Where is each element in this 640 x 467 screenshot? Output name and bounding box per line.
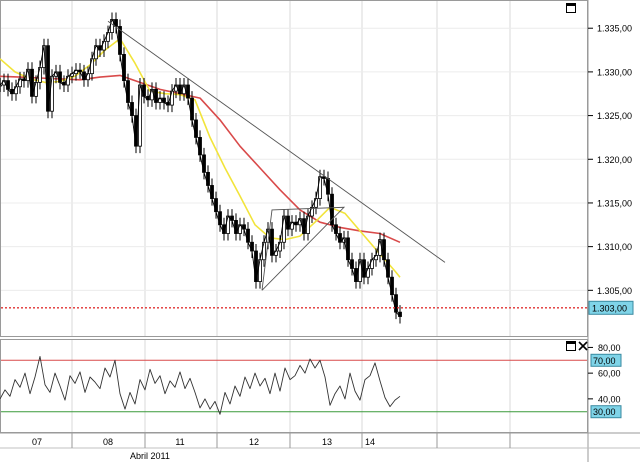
day-label: 12: [249, 437, 259, 447]
maximize-oscillator-button[interactable]: [566, 341, 576, 351]
price-candle-body: [50, 75, 54, 112]
current-price-label: 1.303,00: [592, 303, 627, 313]
oscillator-level-label: 30,00: [593, 407, 616, 417]
day-label: 08: [103, 437, 113, 447]
oscillator-tick-label: 80,00: [598, 343, 621, 353]
maximize-price-panel-button[interactable]: [566, 3, 576, 13]
price-tick-label: 1.325,00: [597, 111, 632, 121]
month-label: Abril 2011: [130, 451, 170, 461]
day-label: 13: [322, 437, 332, 447]
day-label: 11: [175, 437, 184, 447]
price-tick-label: 1.315,00: [597, 198, 632, 208]
price-tick-label: 1.305,00: [597, 286, 632, 296]
oscillator-level-label: 70,00: [593, 356, 616, 366]
chart-canvas: 1.303,00 1.305,00 1.310,00 1.315,00 1.320,0…: [0, 0, 640, 462]
day-label: 14: [365, 437, 375, 447]
price-tick-label: 1.310,00: [597, 242, 632, 252]
forex-chart: 1.303,00 1.305,00 1.310,00 1.315,00 1.320,0…: [0, 0, 640, 462]
oscillator-tick-label: 40,00: [598, 394, 621, 404]
day-label: 07: [32, 437, 42, 447]
price-tick-label: 1.320,00: [597, 155, 632, 165]
oscillator-tick-label: 60,00: [598, 369, 621, 379]
price-tick-label: 1.330,00: [597, 67, 632, 77]
price-candle-body: [190, 97, 194, 121]
price-tick-label: 1.335,00: [597, 24, 632, 34]
